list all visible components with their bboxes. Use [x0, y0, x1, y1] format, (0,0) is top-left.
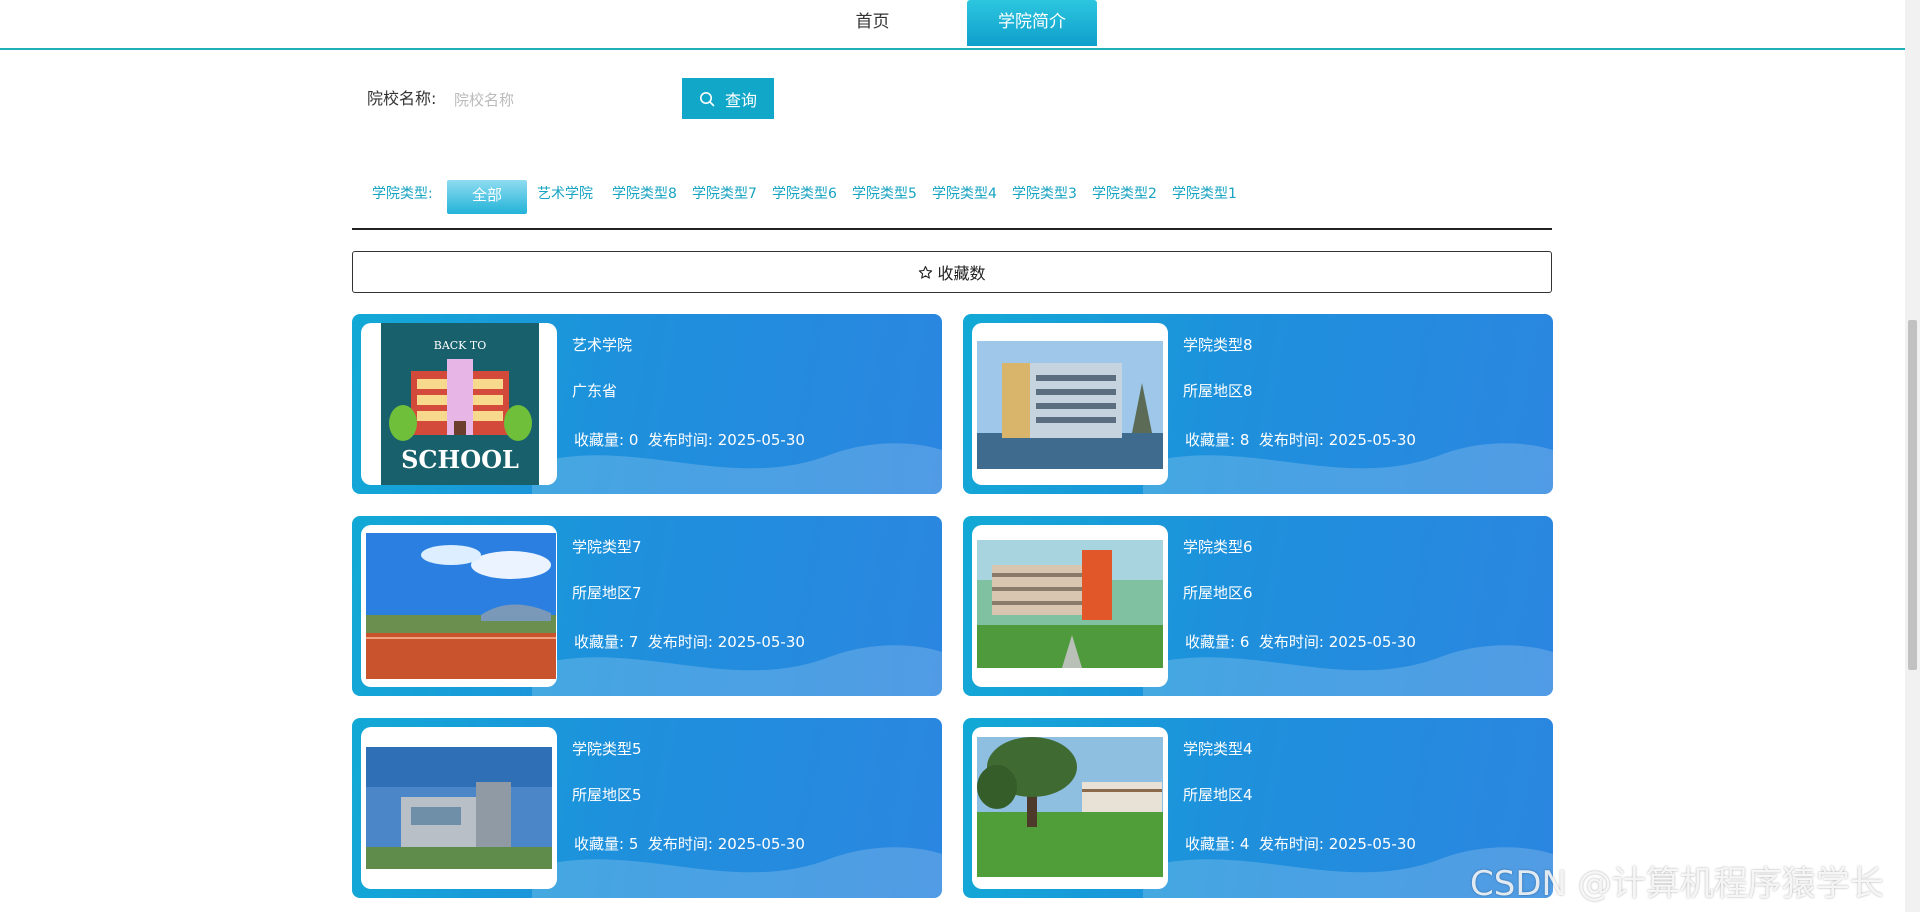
watermark: CSDN @计算机程序猿学长 [1470, 864, 1884, 904]
card-title: 学院类型5 [572, 740, 642, 758]
search-button[interactable]: 查询 [682, 78, 774, 119]
filter-item[interactable]: 学院类型1 [1172, 184, 1237, 204]
scrollbar-thumb[interactable] [1908, 320, 1917, 670]
card-region: 所屋地区5 [572, 786, 642, 804]
card-region: 所屋地区6 [1183, 584, 1253, 602]
card-meta: 收藏量: 4 发布时间: 2025-05-30 [1185, 833, 1416, 854]
college-card[interactable]: BACK TO SCHOOL 艺术学院 广东省 收藏量: 0 发布时间: 202… [352, 314, 942, 494]
card-date: 发布时间: 2025-05-30 [647, 835, 805, 853]
college-thumbnail [972, 323, 1168, 485]
card-meta: 收藏量: 6 发布时间: 2025-05-30 [1185, 631, 1416, 652]
card-favorites: 收藏量: 8 [1185, 431, 1250, 449]
search-label: 院校名称: [367, 89, 437, 108]
college-card[interactable]: 学院类型8 所屋地区8 收藏量: 8 发布时间: 2025-05-30 [963, 314, 1553, 494]
card-region: 广东省 [572, 382, 618, 400]
card-title: 学院类型7 [572, 538, 642, 556]
card-date: 发布时间: 2025-05-30 [1258, 835, 1416, 853]
college-card[interactable]: 学院类型6 所屋地区6 收藏量: 6 发布时间: 2025-05-30 [963, 516, 1553, 696]
card-favorites: 收藏量: 6 [1185, 633, 1250, 651]
card-date: 发布时间: 2025-05-30 [647, 633, 805, 651]
search-input[interactable] [452, 84, 676, 116]
top-nav: 首页 学院简介 [0, 0, 1905, 50]
sort-label: 收藏数 [937, 264, 986, 283]
svg-text:BACK TO: BACK TO [434, 339, 487, 352]
card-region: 所屋地区7 [572, 584, 642, 602]
college-thumbnail [361, 525, 557, 687]
nav-home[interactable]: 首页 [830, 0, 915, 46]
card-title: 学院类型4 [1183, 740, 1253, 758]
card-region: 所屋地区4 [1183, 786, 1253, 804]
college-thumbnail [972, 727, 1168, 889]
sort-favorites-button[interactable]: 收藏数 [352, 251, 1552, 293]
page-scrollbar[interactable] [1905, 0, 1920, 912]
card-title: 艺术学院 [572, 336, 633, 354]
search-icon [699, 91, 715, 106]
card-favorites: 收藏量: 4 [1185, 835, 1250, 853]
filter-item[interactable]: 学院类型6 [772, 184, 837, 204]
search-button-label: 查询 [724, 90, 757, 110]
card-title: 学院类型8 [1183, 336, 1253, 354]
filter-item[interactable]: 学院类型5 [852, 184, 917, 204]
card-favorites: 收藏量: 7 [574, 633, 639, 651]
nav-college-intro[interactable]: 学院简介 [967, 0, 1097, 46]
college-card[interactable]: 学院类型7 所屋地区7 收藏量: 7 发布时间: 2025-05-30 [352, 516, 942, 696]
filter-all[interactable]: 全部 [447, 180, 527, 214]
filter-label: 学院类型: [372, 186, 433, 202]
college-thumbnail [972, 525, 1168, 687]
filter-item[interactable]: 学院类型2 [1092, 184, 1157, 204]
card-meta: 收藏量: 8 发布时间: 2025-05-30 [1185, 429, 1416, 450]
college-thumbnail: BACK TO SCHOOL [361, 323, 557, 485]
filter-item[interactable]: 学院类型3 [1012, 184, 1077, 204]
college-card[interactable]: 学院类型5 所屋地区5 收藏量: 5 发布时间: 2025-05-30 [352, 718, 942, 898]
card-date: 发布时间: 2025-05-30 [1258, 633, 1416, 651]
card-meta: 收藏量: 0 发布时间: 2025-05-30 [574, 429, 805, 450]
card-meta: 收藏量: 7 发布时间: 2025-05-30 [574, 631, 805, 652]
card-favorites: 收藏量: 5 [574, 835, 639, 853]
card-meta: 收藏量: 5 发布时间: 2025-05-30 [574, 833, 805, 854]
card-region: 所屋地区8 [1183, 382, 1253, 400]
filter-item[interactable]: 学院类型7 [692, 184, 757, 204]
card-date: 发布时间: 2025-05-30 [1258, 431, 1416, 449]
college-card[interactable]: 学院类型4 所屋地区4 收藏量: 4 发布时间: 2025-05-30 [963, 718, 1553, 898]
divider [352, 228, 1552, 230]
filter-item[interactable]: 学院类型8 [612, 184, 677, 204]
card-date: 发布时间: 2025-05-30 [647, 431, 805, 449]
filter-item[interactable]: 学院类型4 [932, 184, 997, 204]
card-title: 学院类型6 [1183, 538, 1253, 556]
filter-item[interactable]: 艺术学院 [537, 184, 593, 204]
card-favorites: 收藏量: 0 [574, 431, 639, 449]
svg-text:SCHOOL: SCHOOL [401, 445, 519, 474]
star-outline-icon [919, 265, 933, 279]
college-thumbnail [361, 727, 557, 889]
